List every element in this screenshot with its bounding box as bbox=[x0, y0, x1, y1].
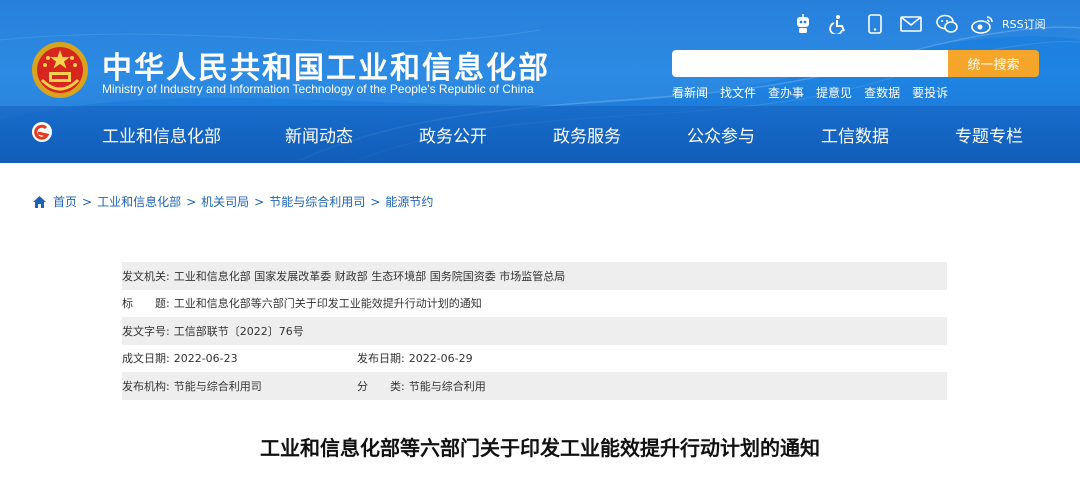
quick-link-news[interactable]: 看新闻 bbox=[672, 84, 708, 101]
date-value: 2022-06-23 bbox=[173, 351, 238, 365]
breadcrumb: 首页 > 工业和信息化部 > 机关司局 > 节能与综合利用司 > 能源节约 bbox=[32, 193, 433, 210]
site-home-logo-icon[interactable] bbox=[30, 120, 54, 144]
document-meta-table: 发文机关: 工业和信息化部 国家发展改革委 财政部 生态环境部 国务院国资委 市… bbox=[122, 262, 947, 400]
quick-link-documents[interactable]: 找文件 bbox=[720, 84, 756, 101]
search-input[interactable] bbox=[672, 50, 948, 77]
quick-link-complaint[interactable]: 要投诉 bbox=[912, 84, 948, 101]
org-label: 发布机构: bbox=[122, 379, 170, 393]
nav-item-government-affairs[interactable]: 政务公开 bbox=[419, 122, 487, 147]
date-label: 成文日期: bbox=[122, 352, 170, 366]
org-value: 节能与综合利用司 bbox=[173, 379, 262, 393]
meta-row-org: 发布机构: 节能与综合利用司 分 类: 节能与综合利用 bbox=[122, 372, 947, 400]
nav-item-special-topics[interactable]: 专题专栏 bbox=[955, 122, 1023, 147]
quick-link-services[interactable]: 查办事 bbox=[768, 84, 804, 101]
robot-assistant-icon[interactable] bbox=[790, 12, 816, 36]
docno-label: 发文字号: bbox=[122, 324, 170, 338]
wechat-icon[interactable] bbox=[934, 12, 960, 36]
nav-item-miit[interactable]: 工业和信息化部 bbox=[102, 122, 221, 147]
title-label: 标 题: bbox=[122, 297, 170, 311]
breadcrumb-separator: > bbox=[82, 194, 93, 209]
article-title: 工业和信息化部等六部门关于印发工业能效提升行动计划的通知 bbox=[260, 436, 820, 460]
national-emblem-logo[interactable] bbox=[30, 40, 90, 100]
breadcrumb-separator: > bbox=[370, 194, 381, 209]
nav-item-public-participation[interactable]: 公众参与 bbox=[687, 122, 755, 147]
mobile-icon[interactable] bbox=[862, 12, 888, 36]
site-header: 中华人民共和国工业和信息化部 Ministry of Industry and … bbox=[0, 0, 1080, 163]
nav-item-news[interactable]: 新闻动态 bbox=[285, 122, 353, 147]
nav-item-data[interactable]: 工信数据 bbox=[821, 122, 889, 147]
meta-row-title: 标 题: 工业和信息化部等六部门关于印发工业能效提升行动计划的通知 bbox=[122, 290, 947, 318]
breadcrumb-departments[interactable]: 机关司局 bbox=[201, 193, 249, 210]
issuer-label: 发文机关: bbox=[122, 269, 170, 283]
breadcrumb-miit[interactable]: 工业和信息化部 bbox=[97, 193, 181, 210]
breadcrumb-separator: > bbox=[254, 194, 265, 209]
meta-row-issuer: 发文机关: 工业和信息化部 国家发展改革委 财政部 生态环境部 国务院国资委 市… bbox=[122, 262, 947, 290]
meta-row-docno: 发文字号: 工信部联节〔2022〕76号 bbox=[122, 317, 947, 345]
meta-row-dates: 成文日期: 2022-06-23 发布日期: 2022-06-29 bbox=[122, 345, 947, 373]
title-value: 工业和信息化部等六部门关于印发工业能效提升行动计划的通知 bbox=[173, 297, 482, 311]
header-tools: RSS订阅 bbox=[790, 11, 1046, 37]
quick-link-data[interactable]: 查数据 bbox=[864, 84, 900, 101]
accessibility-icon[interactable] bbox=[826, 12, 852, 36]
category-value: 节能与综合利用 bbox=[408, 379, 486, 393]
issuer-value: 工业和信息化部 国家发展改革委 财政部 生态环境部 国务院国资委 市场监管总局 bbox=[173, 269, 566, 283]
quick-link-feedback[interactable]: 提意见 bbox=[816, 84, 852, 101]
site-title: 中华人民共和国工业和信息化部 bbox=[102, 51, 550, 86]
main-nav: 工业和信息化部 新闻动态 政务公开 政务服务 公众参与 工信数据 专题专栏 bbox=[0, 118, 1080, 150]
rss-subscribe-link[interactable]: RSS订阅 bbox=[1002, 16, 1046, 32]
pubdate-value: 2022-06-29 bbox=[408, 351, 473, 365]
breadcrumb-separator: > bbox=[186, 194, 197, 209]
site-subtitle: Ministry of Industry and Information Tec… bbox=[102, 82, 534, 96]
quick-links: 看新闻 找文件 查办事 提意见 查数据 要投诉 bbox=[672, 84, 960, 101]
mail-icon[interactable] bbox=[898, 12, 924, 36]
home-icon bbox=[33, 195, 46, 208]
search-button[interactable]: 统一搜索 bbox=[948, 50, 1039, 77]
nav-item-government-services[interactable]: 政务服务 bbox=[553, 122, 621, 147]
weibo-icon[interactable] bbox=[970, 12, 996, 36]
breadcrumb-energy-saving-dept[interactable]: 节能与综合利用司 bbox=[269, 193, 365, 210]
pubdate-label: 发布日期: bbox=[357, 352, 405, 366]
breadcrumb-home[interactable]: 首页 bbox=[53, 193, 77, 210]
docno-value: 工信部联节〔2022〕76号 bbox=[173, 324, 304, 338]
breadcrumb-energy-conservation[interactable]: 能源节约 bbox=[385, 193, 433, 210]
category-label: 分 类: bbox=[357, 379, 405, 393]
